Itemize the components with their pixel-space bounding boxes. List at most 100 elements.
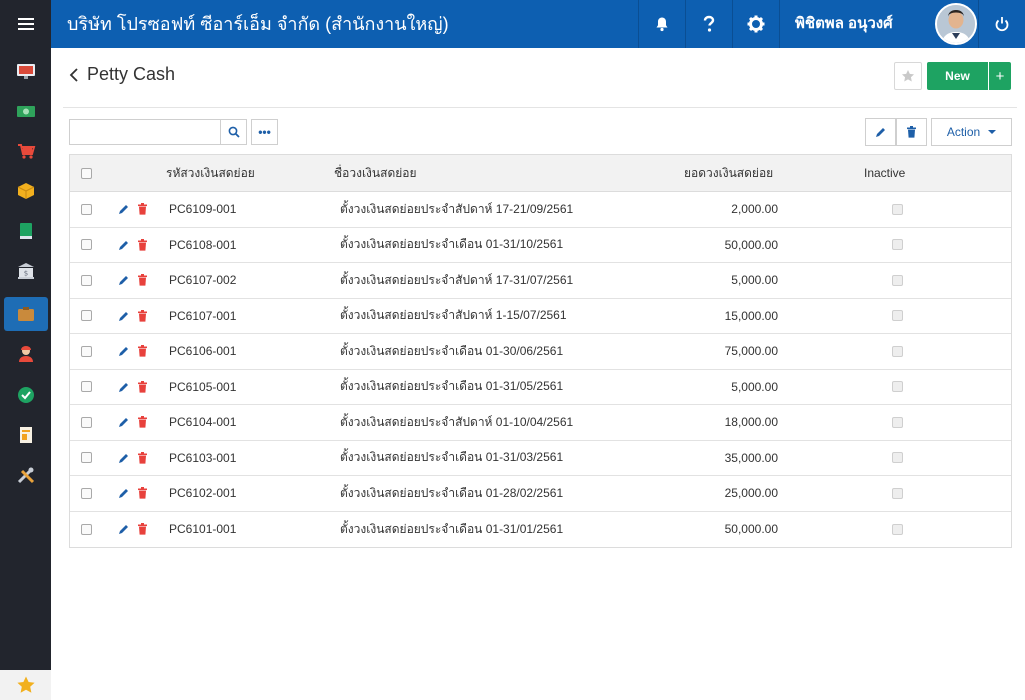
- table-row[interactable]: PC6107-002 ตั้งวงเงินสดย่อยประจำสัปดาห์ …: [70, 263, 1011, 299]
- row-inactive-checkbox[interactable]: [892, 203, 903, 215]
- person-icon: [19, 346, 33, 362]
- search-input[interactable]: [69, 119, 221, 145]
- sidebar-item-tools[interactable]: [4, 458, 48, 492]
- company-name: บริษัท โปรซอฟท์ ซีอาร์เอ็ม จำกัด (สำนักง…: [67, 14, 449, 34]
- row-delete-button[interactable]: [137, 476, 148, 511]
- row-delete-button[interactable]: [137, 370, 148, 405]
- favorite-button[interactable]: [894, 62, 922, 90]
- row-checkbox[interactable]: [81, 381, 92, 393]
- favorites-button[interactable]: [0, 670, 51, 700]
- row-amount: 50,000.00: [724, 522, 778, 537]
- sidebar-item-approve[interactable]: [4, 378, 48, 412]
- sidebar-item-book[interactable]: [4, 214, 48, 248]
- action-label: Action: [946, 125, 981, 139]
- row-checkbox[interactable]: [81, 203, 92, 215]
- delete-button[interactable]: [896, 118, 927, 146]
- notifications-button[interactable]: [638, 0, 685, 48]
- table-row[interactable]: PC6101-001 ตั้งวงเงินสดย่อยประจำเดือน 01…: [70, 511, 1011, 548]
- settings-button[interactable]: [732, 0, 779, 48]
- sidebar-item-bank[interactable]: $: [4, 254, 48, 288]
- sidebar-item-dashboard[interactable]: [4, 54, 48, 88]
- row-inactive-checkbox[interactable]: [892, 274, 903, 286]
- row-edit-button[interactable]: [118, 441, 130, 476]
- header-inactive[interactable]: Inactive: [864, 155, 905, 191]
- page-header: Petty Cash New +: [63, 50, 1017, 108]
- action-dropdown[interactable]: Action: [931, 118, 1012, 146]
- row-inactive-checkbox[interactable]: [892, 487, 903, 499]
- row-edit-button[interactable]: [118, 228, 130, 263]
- row-edit-button[interactable]: [118, 334, 130, 369]
- row-checkbox[interactable]: [81, 239, 92, 251]
- table-row[interactable]: PC6109-001 ตั้งวงเงินสดย่อยประจำสัปดาห์ …: [70, 192, 1011, 228]
- row-delete-button[interactable]: [137, 405, 148, 440]
- row-edit-button[interactable]: [118, 512, 130, 548]
- sidebar-item-money[interactable]: [4, 94, 48, 128]
- sidebar-item-petty-cash[interactable]: [4, 297, 48, 331]
- row-edit-button[interactable]: [118, 263, 130, 298]
- row-checkbox[interactable]: [81, 345, 92, 357]
- new-button[interactable]: New: [927, 62, 988, 90]
- row-delete-button[interactable]: [137, 299, 148, 334]
- sidebar-item-cart[interactable]: [4, 134, 48, 168]
- trash-icon: [138, 416, 147, 428]
- row-edit-button[interactable]: [118, 476, 130, 511]
- logout-button[interactable]: [978, 0, 1025, 48]
- caret-down-icon: [988, 130, 997, 134]
- sidebar-item-box[interactable]: [4, 174, 48, 208]
- row-checkbox[interactable]: [81, 310, 92, 322]
- row-inactive-checkbox[interactable]: [892, 345, 903, 357]
- select-all-checkbox[interactable]: [81, 167, 92, 179]
- row-checkbox[interactable]: [81, 416, 92, 428]
- new-dropdown-button[interactable]: +: [989, 62, 1011, 90]
- row-delete-button[interactable]: [137, 228, 148, 263]
- edit-button[interactable]: [865, 118, 896, 146]
- row-amount: 5,000.00: [731, 273, 778, 288]
- table-row[interactable]: PC6107-001 ตั้งวงเงินสดย่อยประจำสัปดาห์ …: [70, 298, 1011, 334]
- table-row[interactable]: PC6104-001 ตั้งวงเงินสดย่อยประจำสัปดาห์ …: [70, 405, 1011, 441]
- header-code[interactable]: รหัสวงเงินสดย่อย: [166, 155, 255, 191]
- row-checkbox[interactable]: [81, 523, 92, 535]
- row-delete-button[interactable]: [137, 192, 148, 227]
- table-row[interactable]: PC6102-001 ตั้งวงเงินสดย่อยประจำเดือน 01…: [70, 476, 1011, 512]
- row-name: ตั้งวงเงินสดย่อยประจำเดือน 01-31/05/2561: [340, 379, 564, 394]
- row-edit-button[interactable]: [118, 299, 130, 334]
- row-inactive-checkbox[interactable]: [892, 452, 903, 464]
- row-edit-button[interactable]: [118, 370, 130, 405]
- more-options-button[interactable]: •••: [251, 119, 278, 145]
- help-button[interactable]: [685, 0, 732, 48]
- row-delete-button[interactable]: [137, 441, 148, 476]
- row-inactive-checkbox[interactable]: [892, 310, 903, 322]
- search-button[interactable]: [220, 119, 247, 145]
- row-checkbox[interactable]: [81, 487, 92, 499]
- sidebar-item-report[interactable]: [4, 418, 48, 452]
- avatar[interactable]: [935, 3, 977, 45]
- row-checkbox[interactable]: [81, 274, 92, 286]
- row-delete-button[interactable]: [137, 512, 148, 548]
- row-edit-button[interactable]: [118, 405, 130, 440]
- row-select-cell: [81, 370, 92, 405]
- row-delete-button[interactable]: [137, 263, 148, 298]
- row-inactive-checkbox[interactable]: [892, 239, 903, 251]
- row-code: PC6106-001: [169, 344, 237, 359]
- row-code: PC6107-001: [169, 308, 237, 323]
- row-inactive-checkbox[interactable]: [892, 381, 903, 393]
- row-amount: 18,000.00: [724, 415, 778, 430]
- row-checkbox[interactable]: [81, 452, 92, 464]
- sidebar-item-person[interactable]: [4, 337, 48, 371]
- header-name[interactable]: ชื่อวงเงินสดย่อย: [334, 155, 417, 191]
- hamburger-menu-button[interactable]: [0, 0, 51, 48]
- back-chevron-icon[interactable]: [67, 67, 81, 83]
- row-inactive-checkbox[interactable]: [892, 416, 903, 428]
- table-row[interactable]: PC6106-001 ตั้งวงเงินสดย่อยประจำเดือน 01…: [70, 334, 1011, 370]
- user-name[interactable]: พิชิตพล อนุวงศ์: [795, 0, 893, 48]
- book-icon: [20, 223, 32, 239]
- table-row[interactable]: PC6105-001 ตั้งวงเงินสดย่อยประจำเดือน 01…: [70, 369, 1011, 405]
- gear-icon: [747, 15, 765, 33]
- row-delete-button[interactable]: [137, 334, 148, 369]
- table-row[interactable]: PC6103-001 ตั้งวงเงินสดย่อยประจำเดือน 01…: [70, 440, 1011, 476]
- row-name: ตั้งวงเงินสดย่อยประจำสัปดาห์ 1-15/07/256…: [340, 308, 567, 323]
- table-row[interactable]: PC6108-001 ตั้งวงเงินสดย่อยประจำเดือน 01…: [70, 227, 1011, 263]
- row-edit-button[interactable]: [118, 192, 130, 227]
- header-amount[interactable]: ยอดวงเงินสดย่อย: [684, 155, 773, 191]
- row-inactive-checkbox[interactable]: [892, 523, 903, 535]
